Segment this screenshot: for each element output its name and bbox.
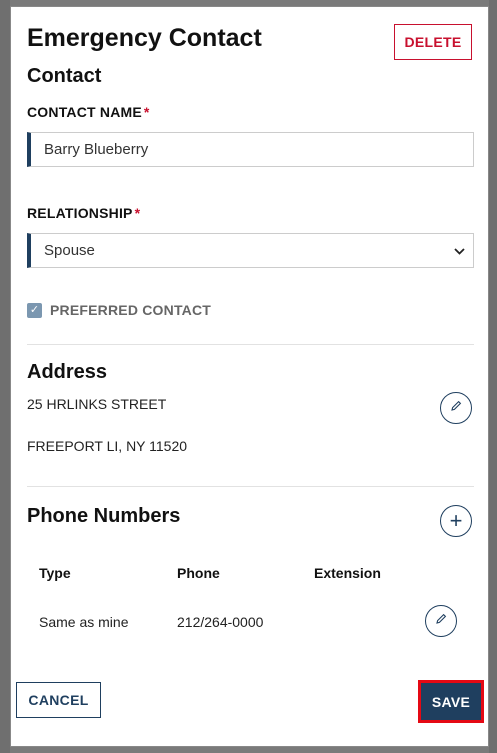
address-line-1: 25 HRLINKS STREET bbox=[27, 396, 167, 412]
modal-title: Emergency Contact bbox=[27, 24, 262, 52]
phone-numbers-title: Phone Numbers bbox=[27, 505, 181, 527]
column-header-extension: Extension bbox=[314, 565, 381, 581]
contact-name-value: Barry Blueberry bbox=[44, 141, 149, 158]
contact-name-input[interactable]: Barry Blueberry bbox=[27, 132, 474, 167]
contact-name-label: CONTACT NAME * bbox=[27, 104, 472, 120]
save-button[interactable]: SAVE bbox=[421, 683, 481, 720]
contact-name-label-text: CONTACT NAME bbox=[27, 104, 142, 120]
preferred-contact-row[interactable]: ✓ PREFERRED CONTACT bbox=[27, 302, 472, 318]
column-header-type: Type bbox=[39, 565, 71, 581]
save-button-highlight: SAVE bbox=[418, 680, 484, 723]
address-section-title: Address bbox=[27, 361, 108, 383]
cancel-button[interactable]: CANCEL bbox=[16, 682, 101, 718]
relationship-label-text: RELATIONSHIP bbox=[27, 205, 133, 221]
phone-row-type: Same as mine bbox=[39, 614, 129, 630]
add-phone-button[interactable]: + bbox=[440, 505, 472, 537]
modal-header: Emergency Contact DELETE bbox=[27, 7, 472, 63]
chevron-down-icon bbox=[454, 244, 465, 258]
relationship-select[interactable]: Spouse bbox=[27, 233, 474, 268]
preferred-contact-checkbox[interactable]: ✓ bbox=[27, 302, 42, 318]
preferred-contact-label: PREFERRED CONTACT bbox=[50, 302, 212, 318]
phone-numbers-block: Phone Numbers + Type Phone Extension Sam… bbox=[27, 487, 472, 669]
backdrop-right bbox=[489, 0, 497, 753]
delete-button[interactable]: DELETE bbox=[394, 24, 472, 60]
address-line-2: FREEPORT LI, NY 11520 bbox=[27, 438, 188, 454]
address-block: 25 HRLINKS STREET FREEPORT LI, NY 11520 bbox=[27, 384, 472, 480]
phone-row-number: 212/264-0000 bbox=[177, 614, 264, 630]
pencil-icon bbox=[434, 612, 448, 631]
emergency-contact-modal: Emergency Contact DELETE Contact CONTACT… bbox=[10, 6, 489, 747]
edit-phone-button[interactable] bbox=[425, 605, 457, 637]
required-marker: * bbox=[143, 104, 150, 120]
pencil-icon bbox=[449, 399, 463, 418]
relationship-selected-value: Spouse bbox=[44, 242, 95, 259]
column-header-phone: Phone bbox=[177, 565, 220, 581]
edit-address-button[interactable] bbox=[440, 392, 472, 424]
backdrop-left bbox=[0, 0, 10, 753]
relationship-label: RELATIONSHIP * bbox=[27, 205, 472, 221]
contact-section-title: Contact bbox=[27, 65, 102, 87]
divider bbox=[27, 344, 474, 345]
required-marker: * bbox=[134, 205, 141, 221]
plus-icon: + bbox=[449, 508, 463, 533]
